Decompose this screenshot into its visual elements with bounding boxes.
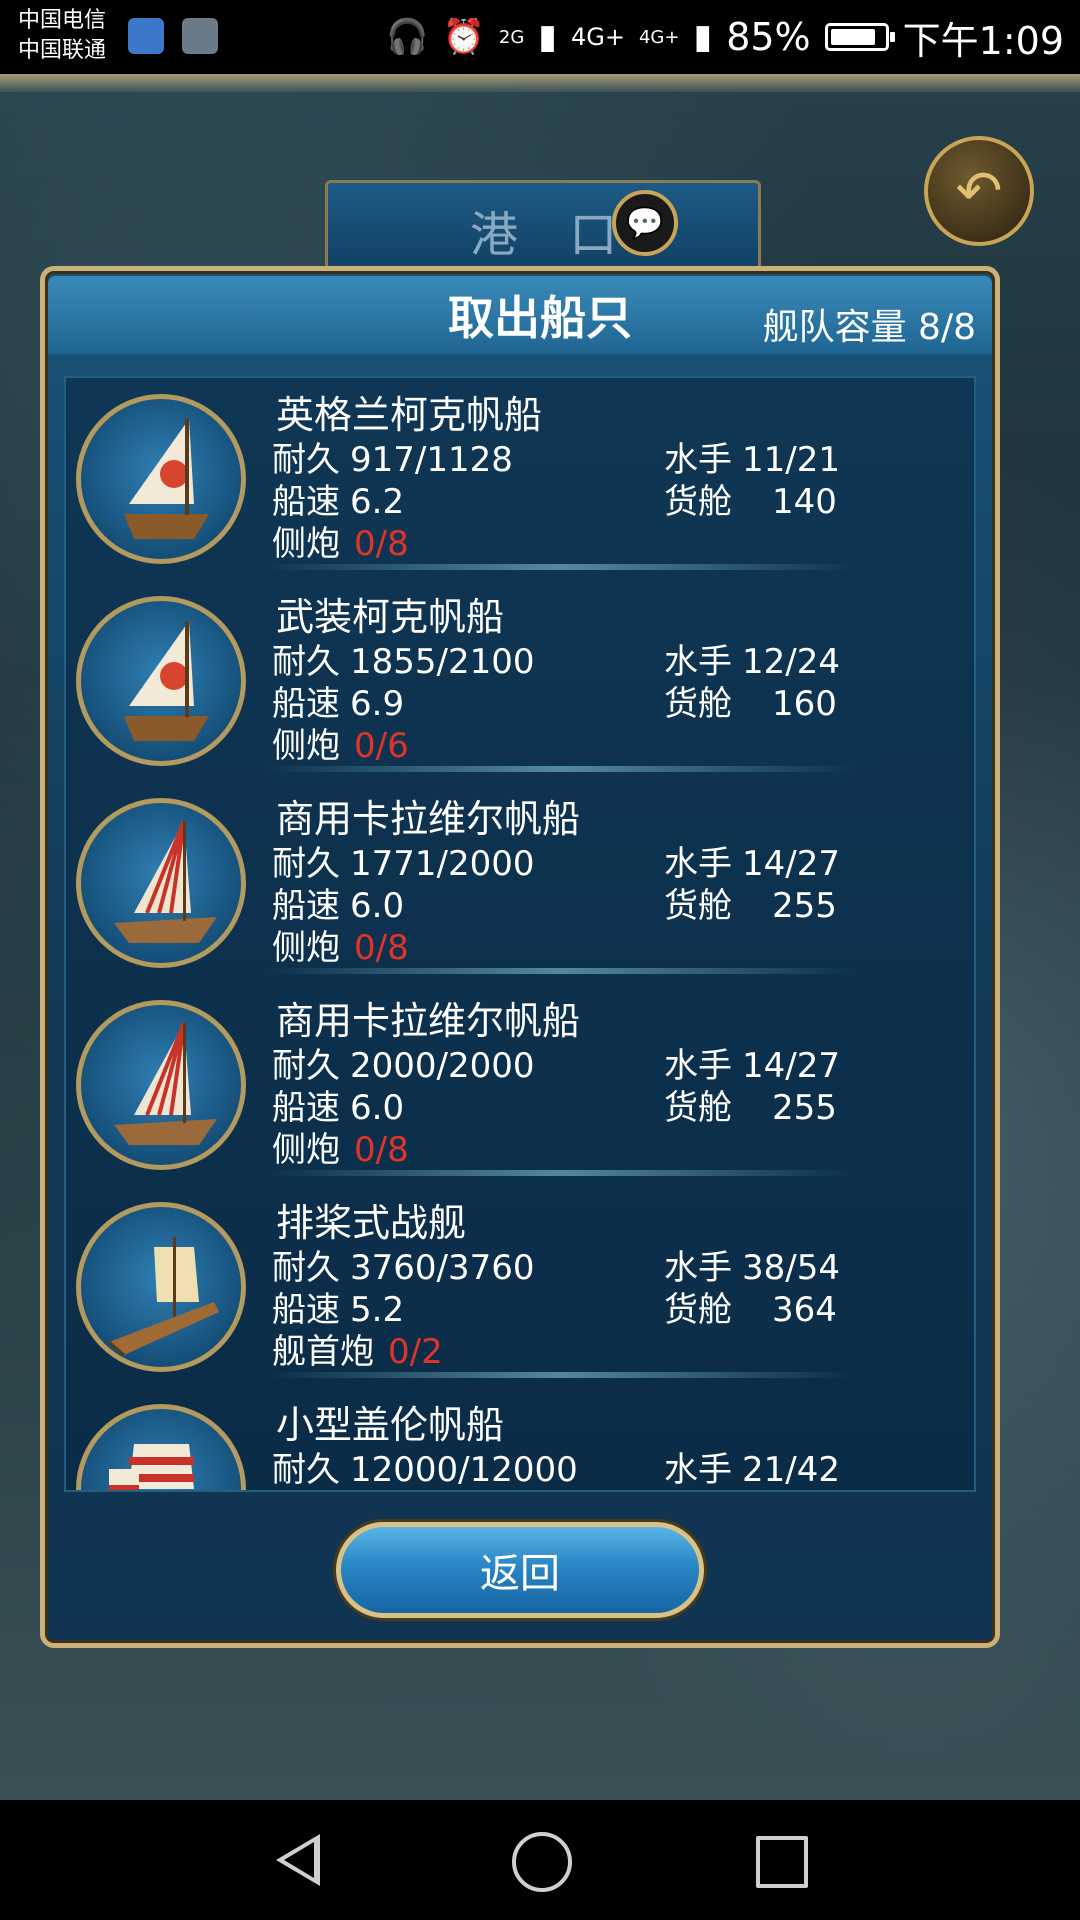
cargo: 货舱 160 <box>664 676 837 725</box>
port-title: 港 口 <box>470 207 636 263</box>
galley-ship-icon <box>76 1202 246 1372</box>
cargo: 货舱 255 <box>664 878 837 927</box>
fleet-capacity: 舰队容量 8/8 <box>762 307 976 348</box>
cannon: 侧炮 0/8 <box>272 1122 409 1171</box>
gallery-app-icon <box>182 18 218 54</box>
caravel-ship-icon <box>76 798 246 968</box>
galleon-ship-icon <box>76 1404 246 1490</box>
cargo-value: 255 <box>772 1088 837 1128</box>
durability-label: 耐久 <box>272 1450 340 1490</box>
cargo: 货舱 255 <box>664 1080 837 1129</box>
cannon: 舰首炮 0/2 <box>272 1324 443 1373</box>
row-divider <box>266 968 854 974</box>
cannon-value: 0/2 <box>388 1332 443 1372</box>
health-app-icon <box>128 18 164 54</box>
chat-icon[interactable]: 💬 <box>612 190 678 256</box>
ship-row[interactable]: 商用卡拉维尔帆船 耐久 2000/2000 船速 6.0 侧炮 0/8 水手 14/27… <box>66 984 974 1184</box>
durability-value: 12000/12000 <box>350 1450 578 1490</box>
clock: 下午1:09 <box>902 18 1064 63</box>
cargo-label: 货舱 <box>664 684 732 724</box>
ship-list[interactable]: 英格兰柯克帆船 耐久 917/1128 船速 6.2 侧炮 0/8 水手 11/21 货… <box>64 376 976 1492</box>
ship-row[interactable]: 排桨式战舰 耐久 3760/3760 船速 5.2 舰首炮 0/2 水手 38/54 货… <box>66 1186 974 1386</box>
row-divider <box>266 766 854 772</box>
ship-row[interactable]: 商用卡拉维尔帆船 耐久 1771/2000 船速 6.0 侧炮 0/8 水手 14/27… <box>66 782 974 982</box>
ship-row[interactable]: 英格兰柯克帆船 耐久 917/1128 船速 6.2 侧炮 0/8 水手 11/21 货… <box>66 378 974 578</box>
battery-percent: 85% <box>726 15 811 59</box>
caravel-ship-icon <box>76 1000 246 1170</box>
headphones-icon: 🎧 <box>386 17 429 57</box>
status-bar: 中国电信 中国联通 🎧 ⏰ 2G ▮ 4G+ 4G+ ▮ 85% 下午1:09 <box>0 0 1080 74</box>
cannon-label: 侧炮 <box>272 1130 340 1170</box>
signal-icon: ▮ <box>538 17 557 57</box>
cargo-value: 160 <box>772 684 837 724</box>
top-rim <box>0 74 1080 92</box>
cannon-value: 0/6 <box>354 726 409 766</box>
ship-name: 小型盖伦帆船 <box>276 1403 505 1447</box>
row-divider <box>266 1170 854 1176</box>
cannon-label: 侧炮 <box>272 928 340 968</box>
cannon-value: 0/8 <box>354 524 409 564</box>
ship-row[interactable]: 武装柯克帆船 耐久 1855/2100 船速 6.9 侧炮 0/6 水手 12/24 货… <box>66 580 974 780</box>
cargo-label: 货舱 <box>664 1290 732 1330</box>
cargo-value: 364 <box>772 1290 837 1330</box>
row-divider <box>266 1372 854 1378</box>
nav-recent-apps-icon[interactable] <box>756 1836 808 1888</box>
cannon: 侧炮 0/8 <box>272 516 409 565</box>
cargo-label: 货舱 <box>664 482 732 522</box>
cargo: 货舱 140 <box>664 474 837 523</box>
carrier-1: 中国电信 <box>18 8 107 33</box>
cannon-label: 侧炮 <box>272 726 340 766</box>
carrier-info: 中国电信 中国联通 <box>18 6 106 66</box>
ship-name: 武装柯克帆船 <box>276 595 505 639</box>
network-4g: 4G+ <box>571 23 625 51</box>
cargo-value: 140 <box>772 482 837 522</box>
ship-name: 商用卡拉维尔帆船 <box>276 797 581 841</box>
ship-name: 英格兰柯克帆船 <box>276 393 543 437</box>
return-button[interactable]: 返回 <box>336 1522 704 1618</box>
ship-name: 排桨式战舰 <box>276 1201 467 1245</box>
carrier-2: 中国联通 <box>18 38 107 63</box>
nav-home-icon[interactable] <box>512 1832 572 1892</box>
cannon: 侧炮 0/8 <box>272 920 409 969</box>
cargo-label: 货舱 <box>664 1088 732 1128</box>
cargo: 货舱 364 <box>664 1282 837 1331</box>
cannon: 侧炮 0/6 <box>272 718 409 767</box>
crew-label: 水手 <box>664 1450 732 1490</box>
alarm-icon: ⏰ <box>442 17 485 57</box>
ship-name: 商用卡拉维尔帆船 <box>276 999 581 1043</box>
battery-icon <box>824 23 895 51</box>
crew-value: 21/42 <box>742 1450 840 1490</box>
cannon-value: 0/8 <box>354 1130 409 1170</box>
cog-sail-ship-icon <box>76 394 246 564</box>
cannon-label: 舰首炮 <box>272 1332 374 1372</box>
row-divider <box>266 564 854 570</box>
cannon-value: 0/8 <box>354 928 409 968</box>
network-2g: 2G <box>498 26 525 48</box>
ship-row[interactable]: 小型盖伦帆船 耐久 12000/12000 水手 21/42 <box>66 1388 974 1490</box>
signal-icon-2: ▮ <box>693 17 713 57</box>
network-4g-2: 4G+ <box>638 26 680 48</box>
cargo-value: 255 <box>772 886 837 926</box>
cargo-label: 货舱 <box>664 886 732 926</box>
nav-back-icon-inner <box>284 1842 314 1878</box>
crew: 水手 21/42 <box>664 1442 840 1490</box>
status-right: 🎧 ⏰ 2G ▮ 4G+ 4G+ ▮ 85% 下午1:09 <box>386 10 1064 64</box>
back-arrow-icon[interactable]: ↶ <box>924 136 1034 246</box>
cannon-label: 侧炮 <box>272 524 340 564</box>
cog-sail-ship-icon <box>76 596 246 766</box>
durability: 耐久 12000/12000 <box>272 1442 578 1490</box>
